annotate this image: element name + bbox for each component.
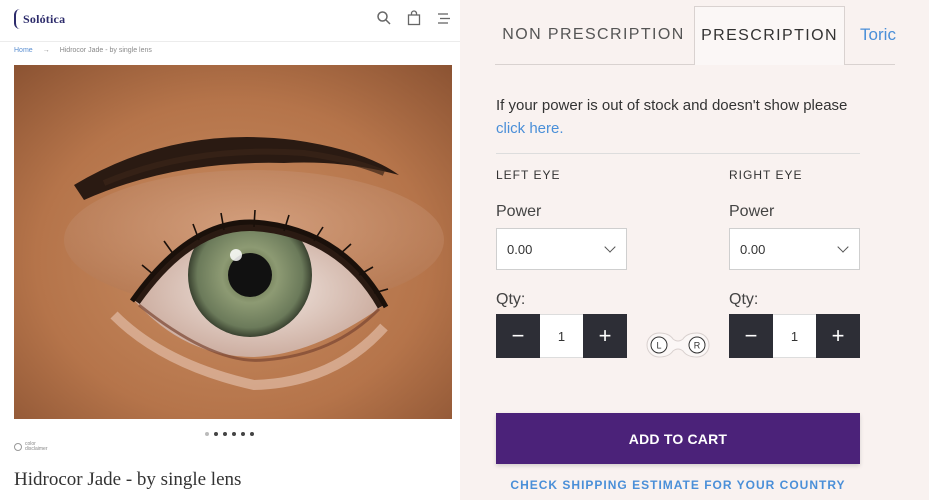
left-power-value: 0.00	[507, 241, 533, 257]
active-tab-gap	[695, 64, 844, 65]
color-disclaimer[interactable]: color disclaimer	[14, 442, 48, 452]
bag-icon[interactable]	[406, 10, 422, 26]
left-qty-label: Qty:	[496, 291, 526, 308]
left-power-label: Power	[496, 203, 542, 220]
right-qty-label: Qty:	[729, 291, 759, 308]
tab-non-prescription[interactable]: NON PRESCRIPTION	[495, 6, 692, 64]
logo-mark-icon	[14, 9, 20, 29]
gallery-dot[interactable]	[205, 432, 209, 436]
breadcrumb-current: Hidrocor Jade - by single lens	[59, 47, 152, 54]
chevron-down-icon	[837, 240, 849, 253]
left-qty-decrease-button[interactable]: −	[496, 314, 540, 358]
case-left-label: L	[656, 341, 661, 351]
info-icon	[14, 443, 22, 451]
breadcrumb-home-link[interactable]: Home	[14, 47, 33, 54]
left-quantity-stepper: − 1 +	[496, 314, 627, 358]
tab-prescription[interactable]: PRESCRIPTION	[694, 6, 845, 64]
shipping-estimate-link[interactable]: CHECK SHIPPING ESTIMATE FOR YOUR COUNTRY	[496, 478, 860, 492]
add-to-cart-button[interactable]: ADD TO CART	[496, 413, 860, 464]
gallery-dot[interactable]	[214, 432, 218, 436]
breadcrumb-separator: →	[42, 47, 50, 54]
stock-notice-text: If your power is out of stock and doesn'…	[496, 97, 848, 114]
gallery-dot[interactable]	[250, 432, 254, 436]
product-gallery-panel: Solótica Home → Hidrocor Jade - by singl…	[0, 0, 460, 500]
product-eye-image[interactable]	[14, 65, 452, 419]
right-qty-decrease-button[interactable]: −	[729, 314, 773, 358]
left-power-select[interactable]: 0.00	[496, 228, 627, 270]
case-right-label: R	[694, 341, 701, 351]
right-qty-input[interactable]: 1	[773, 314, 816, 358]
chevron-down-icon	[604, 240, 616, 253]
gallery-dot[interactable]	[223, 432, 227, 436]
gallery-dot[interactable]	[232, 432, 236, 436]
breadcrumb: Home → Hidrocor Jade - by single lens	[14, 47, 152, 54]
brand-logo[interactable]: Solótica	[14, 8, 65, 30]
logo-text: Solótica	[23, 11, 66, 26]
gallery-pagination[interactable]	[205, 432, 254, 436]
right-power-label: Power	[729, 203, 775, 220]
header-divider	[0, 41, 460, 42]
disclaimer-line-2: disclaimer	[25, 446, 48, 452]
right-eye-heading: RIGHT EYE	[729, 168, 803, 182]
left-eye-heading: LEFT EYE	[496, 168, 561, 182]
menu-icon[interactable]	[436, 10, 452, 26]
section-divider	[496, 153, 860, 154]
search-icon[interactable]	[376, 10, 392, 26]
stock-notice-link[interactable]: click here.	[496, 120, 564, 137]
gallery-dot[interactable]	[241, 432, 245, 436]
stock-notice: If your power is out of stock and doesn'…	[496, 94, 866, 140]
left-qty-input[interactable]: 1	[540, 314, 583, 358]
product-title: Hidrocor Jade - by single lens	[14, 469, 242, 490]
right-power-select[interactable]: 0.00	[729, 228, 860, 270]
left-qty-increase-button[interactable]: +	[583, 314, 627, 358]
right-quantity-stepper: − 1 +	[729, 314, 860, 358]
lens-case-icon: L R	[646, 332, 710, 358]
tab-toric[interactable]: Toric	[850, 6, 906, 64]
right-power-value: 0.00	[740, 241, 766, 257]
right-qty-increase-button[interactable]: +	[816, 314, 860, 358]
